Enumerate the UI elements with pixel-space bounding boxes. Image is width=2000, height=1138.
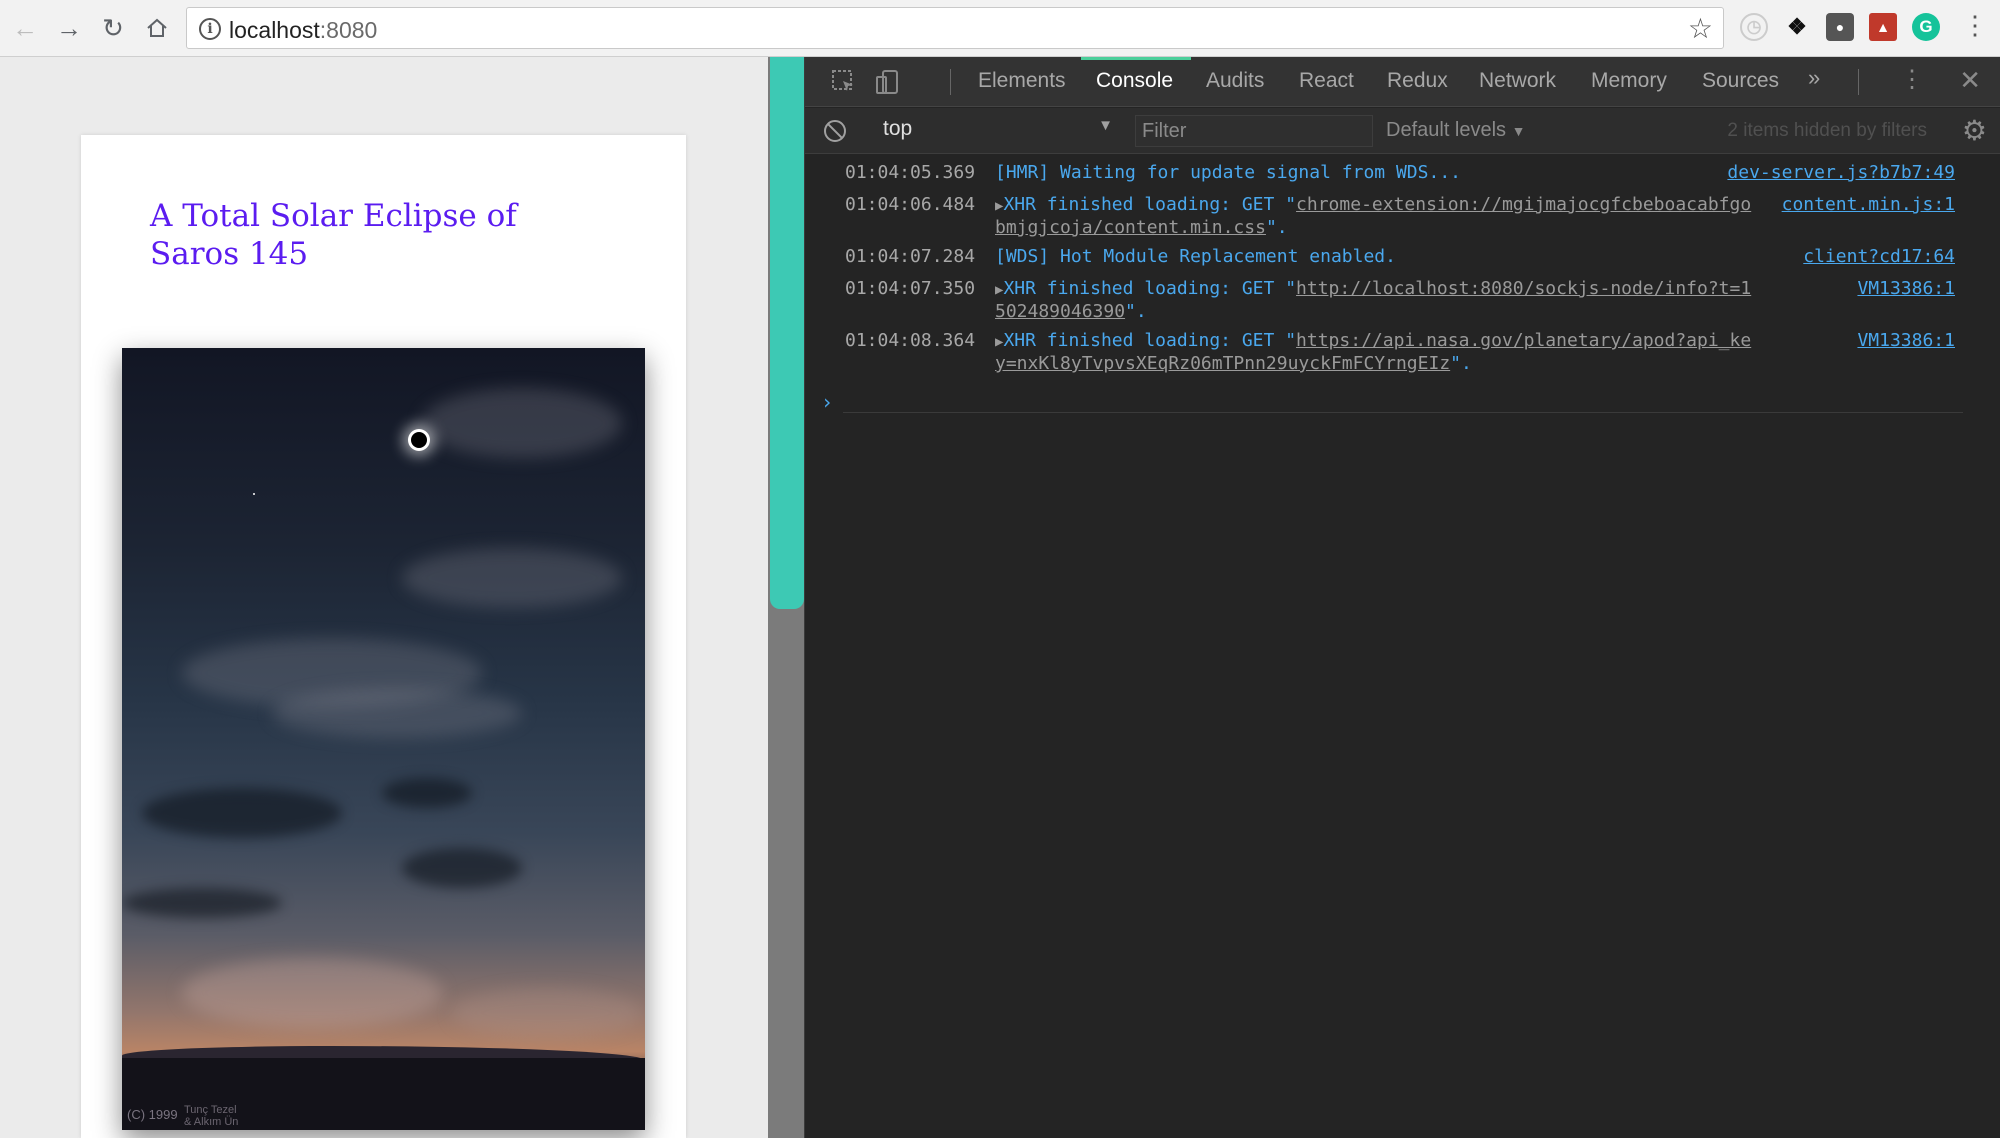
home-icon — [147, 18, 167, 37]
caret-down-icon: ▼ — [1511, 123, 1526, 139]
log-timestamp: 01:04:07.350 — [845, 278, 976, 299]
reload-button[interactable]: ↻ — [96, 11, 130, 45]
log-source-link[interactable]: content.min.js:1 — [1782, 194, 1955, 216]
tab-react[interactable]: React — [1299, 69, 1354, 93]
clock-extension-icon[interactable]: ◷ — [1740, 13, 1768, 41]
log-text: [HMR] Waiting for update signal from WDS… — [995, 162, 1461, 183]
log-source-link[interactable]: VM13386:1 — [1857, 278, 1955, 300]
photo-credit-author1: Tunç Tezel — [184, 1104, 237, 1116]
browser-toolbar: ← → ↻ i localhost:8080 ☆ ◷ ❖ ● ▲ G ⋮ — [0, 0, 2000, 57]
context-selector[interactable]: top ▼ — [883, 117, 1113, 145]
log-timestamp: 01:04:05.369 — [845, 162, 976, 183]
more-tabs-chevron-icon[interactable]: » — [1808, 65, 1820, 91]
star-point — [253, 493, 255, 495]
info-icon[interactable]: i — [199, 18, 221, 40]
console-filter-input[interactable] — [1135, 115, 1373, 147]
tab-elements[interactable]: Elements — [978, 69, 1066, 93]
devtools-splitter[interactable] — [768, 57, 804, 1138]
arrow-right-icon: → — [56, 12, 82, 43]
log-prefix: XHR finished loading: GET " — [1003, 278, 1297, 299]
tab-console[interactable]: Console — [1096, 69, 1173, 93]
browser-menu-icon[interactable]: ⋮ — [1962, 10, 1988, 41]
console-output: 01:04:05.369 [HMR] Waiting for update si… — [805, 155, 2000, 1138]
devtools-panel: Elements Console Audits React Redux Netw… — [804, 57, 2000, 1138]
log-text: ▶XHR finished loading: GET "chrome-exten… — [995, 194, 1755, 239]
tab-redux[interactable]: Redux — [1387, 69, 1448, 93]
log-text: ▶XHR finished loading: GET "https://api.… — [995, 330, 1755, 375]
log-prefix: XHR finished loading: GET " — [1003, 330, 1297, 351]
log-levels-label: Default levels — [1386, 119, 1507, 141]
grammarly-extension-icon[interactable]: G — [1912, 13, 1940, 41]
lightbulb-extension-icon[interactable]: ● — [1826, 13, 1854, 41]
log-levels-dropdown[interactable]: Default levels ▼ — [1386, 119, 1525, 142]
photo-credit-author2: & Alkım Ün — [184, 1116, 239, 1128]
tab-sources[interactable]: Sources — [1702, 69, 1779, 93]
photo-credit-authors: Tunç Tezel & Alkım Ün — [184, 1104, 238, 1128]
address-bar[interactable]: i localhost:8080 ☆ — [186, 7, 1724, 49]
page-title: A Total Solar Eclipse of Saros 145 — [150, 198, 517, 272]
bookmark-extension-icon[interactable]: ▲ — [1869, 13, 1897, 41]
toolbar-divider — [1858, 69, 1859, 95]
arrow-left-icon: ← — [12, 12, 38, 43]
toolbar-divider — [950, 69, 951, 95]
tab-memory[interactable]: Memory — [1591, 69, 1667, 93]
devtools-tab-bar: Elements Console Audits React Redux Netw… — [805, 57, 2000, 107]
active-tab-indicator — [1081, 57, 1191, 60]
eclipse-photo: (C) 1999 Tunç Tezel & Alkım Ün — [122, 348, 645, 1130]
device-toolbar-icon[interactable] — [875, 69, 901, 95]
back-button[interactable]: ← — [8, 11, 42, 45]
close-devtools-icon[interactable]: ✕ — [1959, 65, 1981, 96]
log-suffix: ". — [1450, 353, 1472, 374]
log-source-link[interactable]: client?cd17:64 — [1803, 246, 1955, 268]
tab-network[interactable]: Network — [1479, 69, 1556, 93]
log-text: ▶XHR finished loading: GET "http://local… — [995, 278, 1755, 323]
photo-credit: (C) 1999 — [127, 1107, 178, 1122]
console-prompt-icon[interactable]: › — [821, 390, 833, 414]
puffin-extension-icon[interactable]: ❖ — [1783, 13, 1811, 41]
url-text[interactable]: localhost:8080 — [229, 17, 377, 44]
context-value: top — [883, 117, 913, 140]
log-suffix: ". — [1265, 217, 1288, 238]
reload-icon: ↻ — [102, 12, 124, 43]
inspect-element-icon[interactable] — [831, 69, 857, 95]
eclipsed-sun — [411, 432, 427, 448]
log-text: [WDS] Hot Module Replacement enabled. — [995, 246, 1396, 267]
apod-card: A Total Solar Eclipse of Saros 145 (C) 1… — [81, 135, 686, 1138]
caret-down-icon: ▼ — [1098, 117, 1113, 134]
grammarly-letter: G — [1919, 17, 1933, 36]
log-source-link[interactable]: VM13386:1 — [1857, 330, 1955, 352]
log-timestamp: 01:04:07.284 — [845, 246, 976, 267]
clear-console-icon[interactable] — [824, 120, 846, 142]
page-viewport: A Total Solar Eclipse of Saros 145 (C) 1… — [0, 57, 768, 1138]
console-input-divider — [843, 412, 1963, 413]
console-filter-bar: top ▼ Default levels ▼ 2 items hidden by… — [805, 108, 2000, 154]
log-timestamp: 01:04:06.484 — [845, 194, 976, 215]
bookmark-star-icon[interactable]: ☆ — [1688, 12, 1713, 45]
log-suffix: ". — [1125, 301, 1147, 322]
forward-button[interactable]: → — [52, 11, 86, 45]
log-prefix: XHR finished loading: GET " — [1003, 194, 1297, 215]
hidden-items-count: 2 items hidden by filters — [1727, 120, 1927, 141]
page-scrollbar-thumb[interactable] — [770, 57, 804, 609]
log-source-link[interactable]: dev-server.js?b7b7:49 — [1727, 162, 1955, 184]
log-timestamp: 01:04:08.364 — [845, 330, 976, 351]
gear-icon[interactable]: ⚙ — [1962, 114, 1987, 147]
devtools-menu-icon[interactable]: ⋮ — [1900, 65, 1924, 94]
tab-audits[interactable]: Audits — [1206, 69, 1264, 93]
home-button[interactable] — [140, 11, 174, 45]
